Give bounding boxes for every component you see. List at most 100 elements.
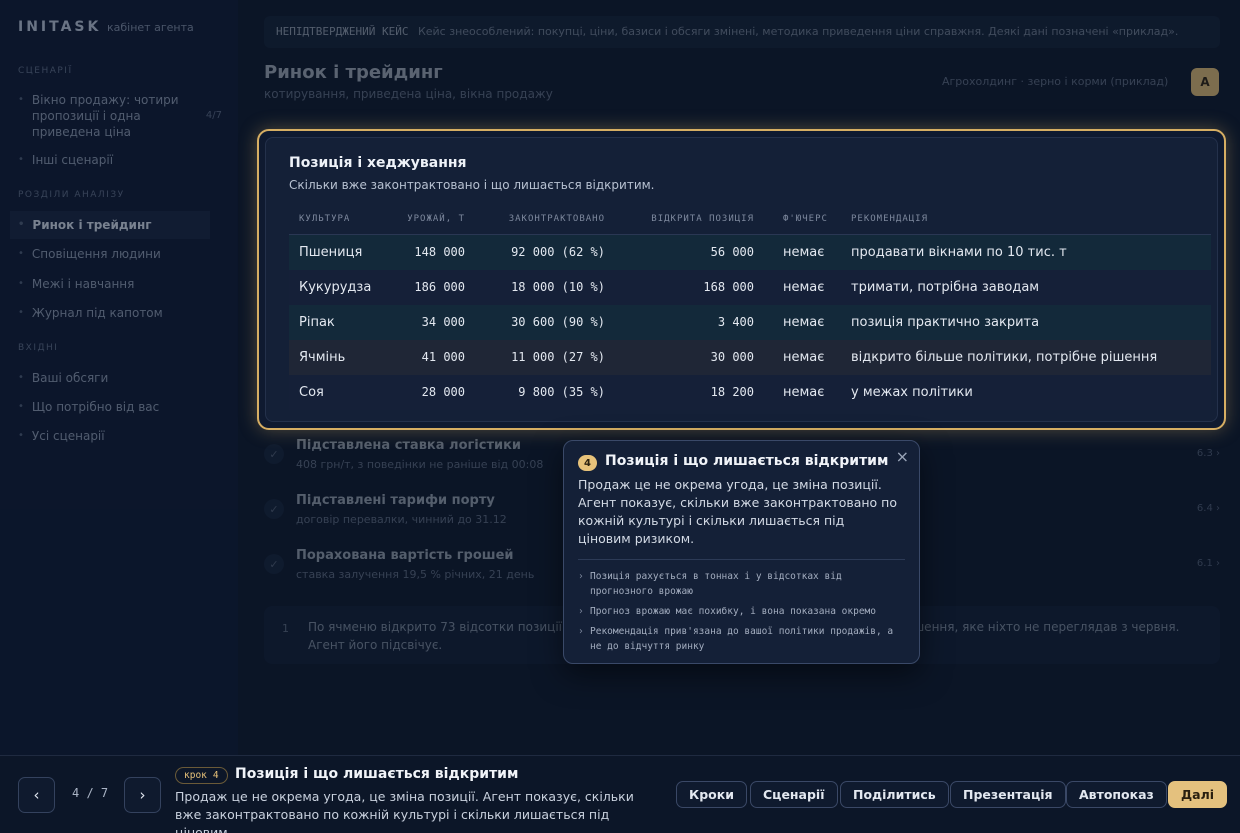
close-icon[interactable]: ×	[896, 447, 909, 466]
next-button[interactable]: Далі	[1168, 781, 1228, 808]
sidebar-item-sales-window[interactable]: • Вікно продажу: чотири пропозиції і одн…	[18, 92, 228, 140]
sidebar-item-label: Ринок і трейдинг	[32, 218, 152, 232]
popover-title: Позиція і що лишається відкритим	[605, 453, 889, 469]
table-row: Соя 28 000 9 800 (35 %) 18 200 немає у м…	[289, 374, 1211, 410]
cell-futures: немає	[764, 269, 841, 305]
list-item: Позиція рахується в тоннах і у відсотках…	[578, 569, 908, 599]
step-title: Позиція і що лишається відкритим	[235, 766, 519, 782]
notice-text: Кейс знеособлений: покупці, ціни, базиси…	[417, 25, 1179, 38]
card-title: Позиція і хеджування	[289, 155, 467, 171]
sidebar-item-count: 4/7	[205, 110, 222, 121]
bullet-icon: •	[18, 278, 24, 289]
tour-footer: ‹ 4 / 7 › крок 4 Позиція і що лишається …	[0, 755, 1240, 833]
cell-crop: Пшениця	[289, 234, 387, 270]
tour-popover: 4 Позиція і що лишається відкритим × Про…	[563, 440, 920, 664]
cell-crop: Ячмінь	[289, 339, 387, 375]
sidebar-item-other-scenarios[interactable]: • Інші сценарії	[18, 152, 228, 168]
step-chip: крок 4	[175, 767, 228, 784]
sidebar-item-label: Вікно продажу: чотири пропозиції і одна …	[31, 93, 179, 139]
cell-harvest: 28 000	[387, 374, 475, 410]
cell-contracted: 30 600 (90 %)	[475, 304, 615, 340]
steps-button[interactable]: Кроки	[676, 781, 747, 808]
check-icon: ✓	[264, 554, 284, 574]
check-icon: ✓	[264, 499, 284, 519]
cell-futures: немає	[764, 339, 841, 375]
cell-futures: немає	[764, 304, 841, 340]
sidebar-section-inbox: Вхідні	[18, 343, 59, 353]
card-body: Позиція і хеджування Скільки вже законтр…	[265, 137, 1218, 422]
sidebar-item-market[interactable]: • Ринок і трейдинг	[10, 211, 210, 239]
sidebar-section-scenarios: Сценарії	[18, 66, 73, 76]
brand-logo: INITASK	[18, 19, 102, 35]
table-row: Кукурудза 186 000 18 000 (10 %) 168 000 …	[289, 269, 1211, 305]
bullet-icon: •	[18, 372, 24, 383]
presentation-button[interactable]: Презентація	[950, 781, 1066, 808]
col-recommendation: РЕКОМЕНДАЦІЯ	[841, 202, 1211, 235]
step-number: 4	[212, 770, 219, 781]
list-item: Прогноз врожаю має похибку, і вона показ…	[578, 604, 908, 619]
cell-contracted: 18 000 (10 %)	[475, 269, 615, 305]
cell-open: 168 000	[615, 269, 764, 305]
bullet-icon: •	[18, 248, 24, 259]
bullet-icon: •	[18, 154, 24, 165]
cell-recommendation: позиція практично закрита	[841, 304, 1211, 340]
notice-banner: НЕПІДТВЕРДЖЕНИЙ КЕЙС Кейс знеособлений: …	[264, 16, 1220, 48]
bullet-icon: •	[18, 219, 25, 230]
cell-recommendation: продавати вікнами по 10 тис. т	[841, 234, 1211, 270]
chevron-left-icon: ‹	[33, 786, 40, 804]
sidebar-item-journal[interactable]: • Журнал під капотом	[18, 305, 228, 321]
table-row: Пшениця 148 000 92 000 (62 %) 56 000 нем…	[289, 234, 1211, 270]
step-counter: 4 / 7	[72, 786, 109, 800]
list-item-ref: 6.4 ›	[1196, 503, 1220, 514]
sidebar-item-limits[interactable]: • Межі і навчання	[18, 276, 228, 292]
sidebar-item-notifications[interactable]: • Сповіщення людини	[18, 246, 228, 262]
breadcrumb[interactable]: Агрохолдинг · зерно і корми (приклад)	[942, 75, 1168, 88]
sidebar-item-label: Усі сценарії	[31, 429, 105, 443]
cell-harvest: 186 000	[387, 269, 475, 305]
cell-crop: Кукурудза	[289, 269, 387, 305]
sidebar-item-needed[interactable]: • Що потрібно від вас	[18, 399, 228, 415]
sidebar: INITASK кабінет агента Сценарії • Вікно …	[0, 0, 238, 755]
scenarios-button[interactable]: Сценарії	[750, 781, 838, 808]
list-item-ref: 6.3 ›	[1196, 448, 1220, 459]
popover-points: Позиція рахується в тоннах і у відсотках…	[578, 569, 908, 659]
prev-button[interactable]: ‹	[18, 777, 55, 813]
sidebar-item-label: Сповіщення людини	[31, 247, 161, 261]
list-item: Рекомендація прив'язана до вашої політик…	[578, 624, 908, 654]
sidebar-item-label: Що потрібно від вас	[31, 400, 160, 414]
highlighted-position-card: Позиція і хеджування Скільки вже законтр…	[257, 129, 1226, 430]
col-harvest: УРОЖАЙ, Т	[387, 202, 475, 235]
share-button[interactable]: Поділитись	[840, 781, 949, 808]
step-description: Продаж це не окрема угода, це зміна пози…	[175, 789, 634, 833]
cell-open: 56 000	[615, 234, 764, 270]
sidebar-item-label: Межі і навчання	[31, 277, 135, 291]
sidebar-item-label: Ваші обсяги	[31, 371, 109, 385]
cell-crop: Ріпак	[289, 304, 387, 340]
cell-open: 3 400	[615, 304, 764, 340]
sidebar-item-volumes[interactable]: • Ваші обсяги	[18, 370, 228, 386]
col-open-position: ВІДКРИТА ПОЗИЦІЯ	[615, 202, 764, 235]
autoplay-button[interactable]: Автопоказ	[1066, 781, 1167, 808]
list-item-subtitle: договір перевалки, чинний до 31.12	[296, 513, 507, 526]
page-title: Ринок і трейдинг	[264, 62, 443, 83]
divider	[578, 559, 905, 560]
sidebar-item-all-scenarios[interactable]: • Усі сценарії	[18, 428, 228, 444]
popover-body: Продаж це не окрема угода, це зміна пози…	[578, 477, 897, 546]
list-item-ref: 6.1 ›	[1196, 558, 1220, 569]
note-number: 1	[282, 622, 289, 635]
table-row: Ріпак 34 000 30 600 (90 %) 3 400 немає п…	[289, 304, 1211, 340]
cell-recommendation: відкрито більше політики, потрібне рішен…	[841, 339, 1211, 375]
chevron-right-icon: ›	[139, 786, 146, 804]
cell-open: 30 000	[615, 339, 764, 375]
cell-harvest: 34 000	[387, 304, 475, 340]
step-badge: 4	[578, 455, 597, 471]
table-row: Ячмінь 41 000 11 000 (27 %) 30 000 немає…	[289, 339, 1211, 375]
sidebar-item-label: Інші сценарії	[31, 153, 114, 167]
avatar[interactable]: А	[1191, 68, 1219, 96]
next-arrow-button[interactable]: ›	[124, 777, 161, 813]
cell-open: 18 200	[615, 374, 764, 410]
cell-recommendation: тримати, потрібна заводам	[841, 269, 1211, 305]
cell-harvest: 41 000	[387, 339, 475, 375]
cell-contracted: 92 000 (62 %)	[475, 234, 615, 270]
card-subtitle: Скільки вже законтрактовано і що лишаєть…	[289, 178, 655, 192]
